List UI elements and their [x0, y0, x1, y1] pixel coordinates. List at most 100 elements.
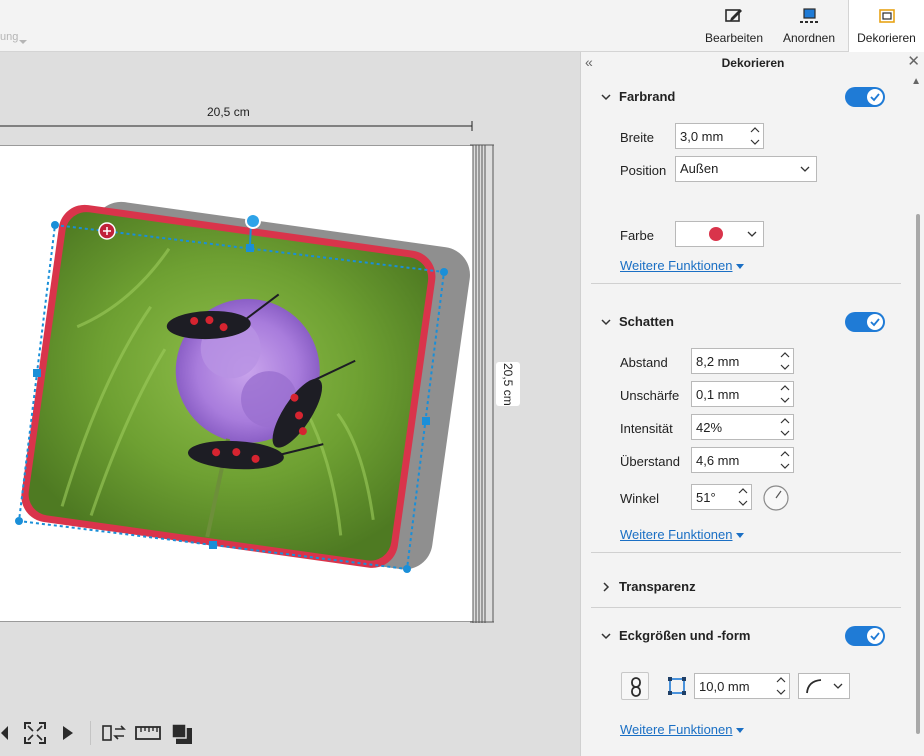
abstand-input[interactable] — [692, 349, 776, 373]
breite-label: Breite — [620, 130, 654, 145]
section-ecken-header[interactable]: Eckgrößen und -form — [581, 624, 901, 648]
section-divider — [591, 552, 901, 553]
arrange-button[interactable]: Anordnen — [775, 0, 843, 52]
section-divider — [591, 607, 901, 608]
corner-size-stepper[interactable] — [694, 673, 790, 699]
stepper-up-icon[interactable] — [747, 124, 763, 136]
stepper-down-icon[interactable] — [747, 136, 763, 148]
scroll-up-icon[interactable]: ▲ — [911, 76, 921, 87]
nav-divider — [90, 721, 91, 745]
corner-size-input[interactable] — [695, 674, 773, 698]
stepper-down-icon[interactable] — [773, 686, 789, 698]
chevron-down-icon — [601, 94, 611, 101]
edit-button-label: Bearbeiten — [704, 31, 764, 45]
link-text: Weitere Funktionen — [620, 722, 733, 737]
unschaerfe-label: Unschärfe — [620, 388, 680, 403]
fit-to-screen-icon[interactable] — [24, 722, 46, 744]
corner-size-icon — [668, 677, 686, 695]
page-stack-edge — [470, 144, 494, 623]
schatten-more-functions-link[interactable]: Weitere Funktionen — [620, 527, 744, 542]
stepper-down-icon[interactable] — [777, 460, 793, 472]
section-transparenz-title: Transparenz — [619, 579, 696, 594]
dropdown-arrow-icon — [735, 533, 744, 539]
stepper-up-icon[interactable] — [777, 382, 793, 394]
resize-handle-sw — [15, 517, 23, 525]
arrange-icon — [800, 8, 818, 23]
stepper-down-icon[interactable] — [735, 497, 751, 509]
farbrand-more-functions-link[interactable]: Weitere Funktionen — [620, 258, 744, 273]
ecken-more-functions-link[interactable]: Weitere Funktionen — [620, 722, 744, 737]
position-select[interactable]: Außen — [675, 156, 817, 182]
intensitaet-stepper[interactable] — [691, 414, 794, 440]
angle-dial-icon[interactable] — [762, 484, 790, 512]
chevron-down-icon — [601, 633, 611, 640]
winkel-stepper[interactable] — [691, 484, 752, 510]
panel-header: Dekorieren — [581, 52, 924, 74]
swap-pages-icon[interactable] — [102, 722, 128, 744]
chevron-down-icon — [833, 683, 843, 689]
stepper-arrows — [777, 382, 793, 406]
farbrand-toggle[interactable] — [845, 87, 885, 107]
height-dimension-label: 20,5 cm — [496, 362, 520, 406]
decorate-button[interactable]: Dekorieren — [848, 0, 924, 52]
checkmark-icon — [870, 318, 880, 327]
section-farbrand-header[interactable]: Farbrand — [581, 85, 901, 109]
unschaerfe-input[interactable] — [692, 382, 776, 406]
stepper-up-icon[interactable] — [777, 415, 793, 427]
farbe-color-picker[interactable] — [675, 221, 764, 247]
stepper-up-icon[interactable] — [777, 448, 793, 460]
collapse-panel-icon[interactable]: « — [585, 54, 593, 70]
decorate-panel: Dekorieren « ✕ ▲ Farbrand Breite Positio… — [580, 52, 924, 756]
toggle-knob — [867, 314, 883, 330]
edit-button[interactable]: Bearbeiten — [697, 0, 771, 52]
chain-link-icon — [631, 677, 641, 697]
ueberstand-input[interactable] — [692, 448, 776, 472]
resize-handle-ne — [440, 268, 448, 276]
intensitaet-input[interactable] — [692, 415, 776, 439]
section-schatten-header[interactable]: Schatten — [581, 310, 901, 334]
checkmark-icon — [870, 93, 880, 102]
decorate-button-label: Dekorieren — [857, 31, 916, 45]
stepper-up-icon[interactable] — [773, 674, 789, 686]
scrollbar-thumb[interactable] — [916, 214, 920, 734]
layers-icon[interactable] — [170, 722, 194, 746]
stepper-up-icon[interactable] — [735, 485, 751, 497]
section-transparenz-header[interactable]: Transparenz — [581, 575, 901, 599]
link-text: Weitere Funktionen — [620, 258, 733, 273]
stepper-down-icon[interactable] — [777, 394, 793, 406]
abstand-stepper[interactable] — [691, 348, 794, 374]
breite-input[interactable] — [676, 124, 746, 148]
previous-page-icon[interactable] — [0, 724, 10, 742]
close-panel-icon[interactable]: ✕ — [907, 53, 920, 71]
ruler-icon[interactable] — [135, 723, 161, 743]
color-swatch — [709, 227, 723, 241]
resize-handle-n — [246, 244, 254, 252]
winkel-input[interactable] — [692, 485, 734, 509]
chevron-right-icon — [603, 582, 610, 592]
stepper-arrows — [777, 448, 793, 472]
stepper-arrows — [777, 349, 793, 373]
unschaerfe-stepper[interactable] — [691, 381, 794, 407]
edit-icon — [725, 9, 742, 22]
chevron-down-icon — [800, 166, 810, 172]
stepper-arrows — [747, 124, 763, 148]
stepper-down-icon[interactable] — [777, 427, 793, 439]
stepper-up-icon[interactable] — [777, 349, 793, 361]
ueberstand-stepper[interactable] — [691, 447, 794, 473]
farbe-label: Farbe — [620, 228, 654, 243]
resize-handle-e — [422, 417, 430, 425]
breite-stepper[interactable] — [675, 123, 764, 149]
schatten-toggle[interactable] — [845, 312, 885, 332]
ecken-toggle[interactable] — [845, 626, 885, 646]
position-select-value: Außen — [680, 161, 719, 176]
resize-handle-se — [403, 565, 411, 573]
canvas-nav-bar — [0, 715, 210, 751]
stepper-arrows — [777, 415, 793, 439]
corner-shape-select[interactable] — [798, 673, 850, 699]
stepper-down-icon[interactable] — [777, 361, 793, 373]
position-label: Position — [620, 163, 667, 178]
photo-object[interactable] — [0, 200, 470, 590]
next-page-icon[interactable] — [62, 725, 74, 741]
rounded-corner-icon — [806, 679, 822, 694]
link-corners-button[interactable] — [621, 672, 649, 700]
